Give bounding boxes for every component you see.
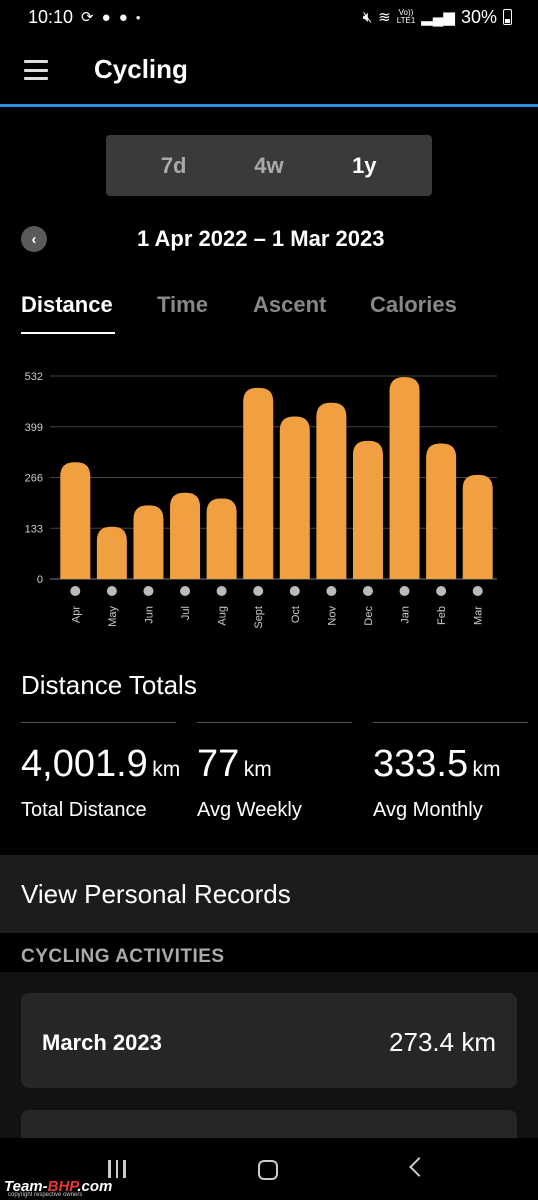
activity-month: March 2023	[42, 1030, 162, 1055]
stat-label: Avg Weekly	[197, 799, 302, 821]
bar-marker-dot	[143, 586, 154, 596]
bar-marker-dot	[436, 586, 447, 596]
date-range: 1 Apr 2022 – 1 Mar 2023	[137, 226, 385, 251]
bar	[279, 416, 310, 579]
bar	[206, 498, 237, 579]
dot-icon: ●	[135, 12, 141, 22]
x-tick-label: Nov	[326, 606, 338, 626]
bar-marker-dot	[70, 586, 81, 596]
tab-distance[interactable]: Distance	[21, 292, 113, 318]
active-tab-indicator	[21, 332, 115, 334]
stat-avg-monthly: 333.5 km Avg Monthly	[373, 722, 528, 832]
bar-marker-dot	[399, 586, 410, 596]
x-tick-label: May	[107, 606, 119, 627]
period-1y[interactable]: 1y	[329, 153, 399, 179]
bar-marker-dot	[106, 586, 117, 596]
tab-time[interactable]: Time	[157, 292, 208, 318]
x-tick-label: Feb	[436, 606, 448, 625]
activity-month-card-partial[interactable]	[21, 1110, 517, 1140]
activity-month-card[interactable]: March 2023 273.4 km	[21, 993, 517, 1088]
date-range-row: ‹ 1 Apr 2022 – 1 Mar 2023	[0, 222, 538, 258]
stat-value: 77	[197, 743, 240, 785]
bar	[389, 377, 420, 579]
chat-icon: ●	[101, 8, 111, 26]
x-tick-label: Aug	[217, 606, 229, 626]
stat-label: Total Distance	[21, 799, 147, 821]
distance-bar-chart: 0 133 266 399 532 Apr May Jun Jul Aug Sept Oct Nov De…	[25, 371, 497, 629]
menu-icon[interactable]	[24, 60, 48, 80]
totals-stats: 4,001.9 km Total Distance 77 km Avg Week…	[0, 722, 538, 832]
bar	[462, 474, 493, 579]
bar-marker-dot	[326, 586, 337, 596]
stat-unit: km	[243, 758, 272, 781]
battery-icon	[503, 9, 512, 25]
metric-tabs: Distance Time Ascent Calories	[0, 288, 538, 336]
bar	[316, 402, 347, 579]
back-icon[interactable]	[409, 1157, 429, 1177]
bar	[133, 505, 164, 579]
watermark: Team-BHP.com copyright respective owners	[4, 1170, 154, 1200]
watermark-subtext: copyright respective owners	[8, 1192, 83, 1198]
period-7d[interactable]: 7d	[139, 153, 209, 179]
status-bar: 10:10 ⟳ ● ● ● 🔇︎ ≋ Vo)) LTE1 ▂▄▆ 30%	[0, 0, 538, 34]
app-bar: Cycling	[0, 40, 538, 104]
sync-icon: ⟳	[81, 9, 94, 26]
header-divider	[0, 104, 538, 107]
status-time: 10:10	[28, 6, 74, 27]
y-tick-label: 399	[25, 422, 43, 434]
wifi-icon: ≋	[378, 9, 391, 26]
x-tick-label: Jul	[180, 606, 192, 620]
distance-chart: 0 133 266 399 532 Apr May Jun Jul Aug Sept Oct Nov De…	[0, 360, 538, 650]
period-4w[interactable]: 4w	[234, 153, 304, 179]
bar	[170, 492, 201, 579]
x-tick-label: Mar	[473, 606, 485, 625]
x-tick-label: Oct	[290, 606, 302, 623]
stat-label: Avg Monthly	[373, 799, 483, 821]
previous-range-button[interactable]: ‹	[21, 226, 47, 252]
x-tick-label: Apr	[70, 606, 82, 623]
bar-marker-dot	[362, 586, 373, 596]
y-tick-label: 0	[37, 574, 43, 586]
totals-title: Distance Totals	[21, 670, 197, 700]
activities-header: CYCLING ACTIVITIES	[21, 946, 225, 967]
tab-calories[interactable]: Calories	[370, 292, 457, 318]
chat-icon-2: ●	[118, 8, 128, 26]
battery-percent: 30%	[460, 6, 497, 27]
bar	[243, 387, 274, 579]
bar-marker-dot	[216, 586, 227, 596]
bar	[352, 440, 383, 579]
page-title: Cycling	[94, 54, 188, 84]
home-icon[interactable]	[258, 1160, 278, 1180]
bar	[60, 462, 91, 579]
mute-icon: 🔇︎	[362, 8, 373, 26]
stat-total-distance: 4,001.9 km Total Distance	[21, 722, 180, 832]
stat-avg-weekly: 77 km Avg Weekly	[197, 722, 352, 832]
stat-unit: km	[472, 758, 501, 781]
y-tick-label: 532	[25, 371, 43, 383]
tab-ascent[interactable]: Ascent	[253, 292, 326, 318]
lte-icon: Vo)) LTE1	[396, 8, 416, 25]
stat-value: 333.5	[373, 743, 469, 785]
signal-icon: ▂▄▆	[421, 9, 455, 26]
period-selector: 7d 4w 1y	[106, 135, 432, 196]
stat-unit: km	[152, 758, 181, 781]
bar-marker-dot	[289, 586, 300, 596]
bar-marker-dot	[472, 586, 483, 596]
stat-value: 4,001.9	[21, 743, 148, 785]
view-personal-records-button[interactable]: View Personal Records	[0, 855, 538, 933]
chevron-left-icon: ‹	[31, 230, 37, 248]
activity-distance: 273.4 km	[389, 1027, 496, 1057]
x-tick-label: Dec	[363, 606, 375, 626]
x-tick-label: Jan	[400, 606, 412, 624]
bar	[426, 443, 457, 579]
bar	[96, 526, 127, 579]
bar-marker-dot	[253, 586, 264, 596]
y-tick-label: 133	[25, 523, 43, 535]
x-tick-label: Jun	[143, 606, 155, 624]
x-tick-label: Sept	[253, 606, 265, 629]
y-tick-label: 266	[25, 473, 43, 485]
bar-marker-dot	[180, 586, 191, 596]
